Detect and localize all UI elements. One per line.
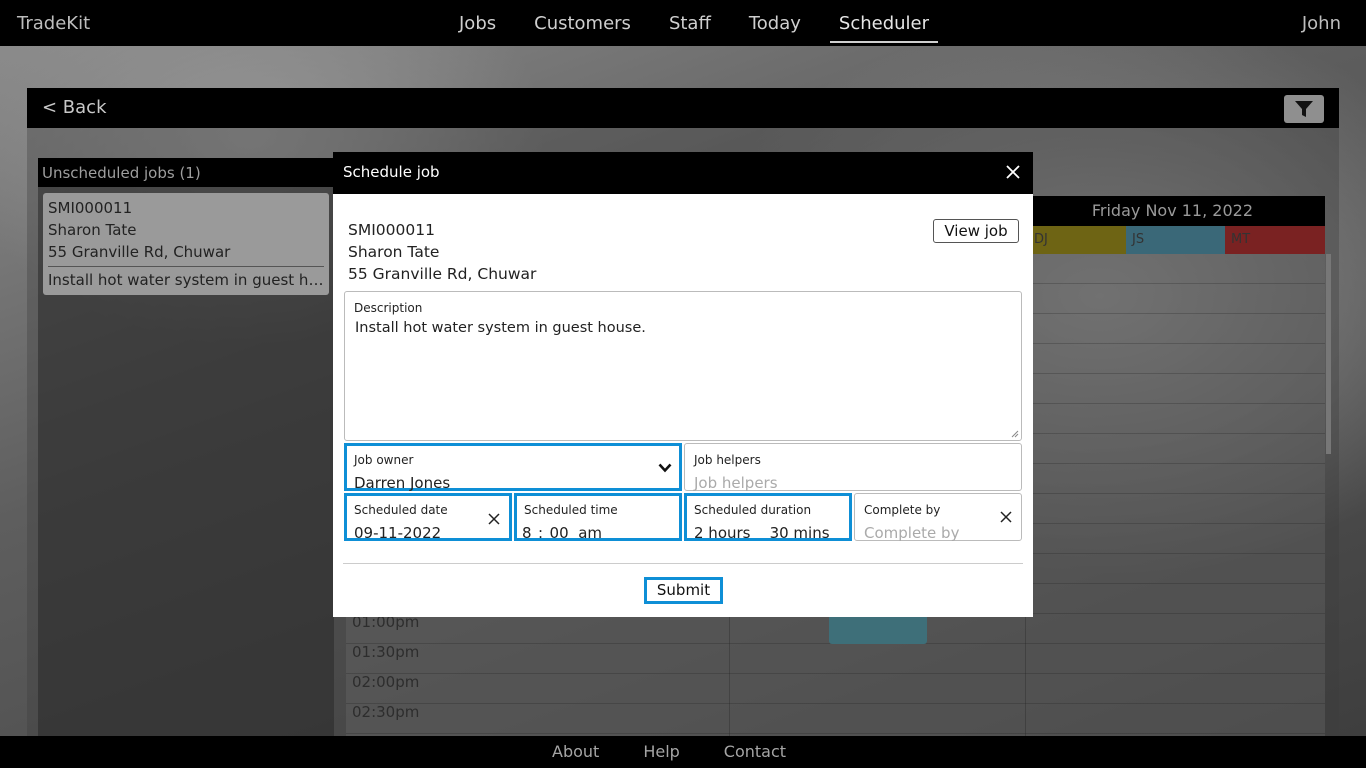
submit-button[interactable]: Submit <box>644 577 723 604</box>
job-summary: SMI000011 Sharon Tate 55 Granville Rd, C… <box>348 219 536 285</box>
footer: About Help Contact <box>0 736 1366 768</box>
brand-logo[interactable]: TradeKit <box>17 13 90 34</box>
nav-scheduler[interactable]: Scheduler <box>820 0 948 46</box>
time-separator: : <box>538 524 544 542</box>
job-customer: Sharon Tate <box>48 221 137 239</box>
duration-mins[interactable]: 30 mins <box>770 524 830 542</box>
view-job-button[interactable]: View job <box>933 219 1019 243</box>
scheduled-duration-value: 2 hours 30 mins <box>694 524 830 542</box>
time-label: 01:00pm <box>352 613 420 631</box>
nav-staff[interactable]: Staff <box>650 0 730 46</box>
complete-by-label: Complete by <box>864 503 941 517</box>
resize-handle-icon[interactable] <box>1011 430 1019 438</box>
staff-column-mt: MT <box>1225 226 1325 254</box>
staff-column-dj: DJ <box>1028 226 1126 254</box>
time-labels: 01:00pm 01:30pm 02:00pm 02:30pm <box>352 613 419 733</box>
footer-about-link[interactable]: About <box>530 742 621 761</box>
modal-address: 55 Granville Rd, Chuwar <box>348 265 537 283</box>
top-navbar: TradeKit Jobs Customers Staff Today Sche… <box>0 0 1366 46</box>
user-menu[interactable]: John <box>1302 13 1341 34</box>
complete-by-placeholder: Complete by <box>864 524 960 542</box>
clear-icon[interactable] <box>1000 511 1012 523</box>
scheduled-date-input[interactable]: Scheduled date 09-11-2022 <box>344 493 512 542</box>
calendar-event[interactable] <box>829 614 927 644</box>
divider <box>48 266 324 267</box>
nav-jobs[interactable]: Jobs <box>440 0 515 46</box>
modal-job-id: SMI000011 <box>348 221 435 239</box>
calendar-scrollbar[interactable] <box>1326 254 1331 454</box>
calendar-date-header: Friday Nov 11, 2022 <box>1028 196 1325 226</box>
job-address: 55 Granville Rd, Chuwar <box>48 243 231 261</box>
duration-hours[interactable]: 2 hours <box>694 524 750 542</box>
scheduled-duration-input[interactable]: Scheduled duration 2 hours 30 mins <box>684 493 852 542</box>
description-value: Install hot water system in guest house. <box>355 320 646 336</box>
modal-divider <box>343 563 1023 564</box>
scheduled-date-value: 09-11-2022 <box>354 524 442 542</box>
time-label: 02:00pm <box>352 673 420 691</box>
complete-by-input[interactable]: Complete by Complete by <box>854 493 1022 542</box>
main-nav: Jobs Customers Staff Today Scheduler <box>440 0 948 46</box>
modal-header: Schedule job <box>333 152 1033 194</box>
job-helpers-placeholder: Job helpers <box>694 474 778 492</box>
job-owner-value: Darren Jones <box>354 474 451 492</box>
time-label: 01:30pm <box>352 643 420 661</box>
scheduled-duration-label: Scheduled duration <box>694 503 812 517</box>
clear-icon[interactable] <box>488 513 500 525</box>
description-textarea[interactable]: Description Install hot water system in … <box>344 291 1022 441</box>
staff-columns: DJ JS MT <box>1028 226 1325 254</box>
job-owner-label: Job owner <box>354 453 414 467</box>
filter-button[interactable] <box>1284 95 1324 123</box>
nav-today[interactable]: Today <box>730 0 820 46</box>
staff-column-js: JS <box>1126 226 1225 254</box>
nav-customers[interactable]: Customers <box>515 0 650 46</box>
description-label: Description <box>354 301 423 315</box>
footer-contact-link[interactable]: Contact <box>702 742 808 761</box>
chevron-down-icon <box>658 463 672 473</box>
modal-title: Schedule job <box>343 163 440 181</box>
job-helpers-label: Job helpers <box>694 453 761 467</box>
time-hour[interactable]: 8 <box>522 524 532 542</box>
scheduled-time-value: 8:00 am <box>522 524 602 542</box>
scheduled-time-input[interactable]: Scheduled time 8:00 am <box>514 493 682 542</box>
unscheduled-job-card[interactable]: SMI000011 Sharon Tate 55 Granville Rd, C… <box>43 193 329 295</box>
scheduled-time-label: Scheduled time <box>524 503 618 517</box>
job-helpers-input[interactable]: Job helpers Job helpers <box>684 443 1022 492</box>
time-label: 02:30pm <box>352 703 420 721</box>
time-ampm[interactable]: am <box>578 524 602 542</box>
filter-icon <box>1295 101 1313 117</box>
job-id: SMI000011 <box>48 199 133 217</box>
modal-customer: Sharon Tate <box>348 243 440 261</box>
time-minute[interactable]: 00 <box>550 524 569 542</box>
footer-help-link[interactable]: Help <box>621 742 701 761</box>
unscheduled-jobs-header: Unscheduled jobs (1) <box>38 158 334 187</box>
scheduled-date-label: Scheduled date <box>354 503 448 517</box>
unscheduled-jobs-panel: Unscheduled jobs (1) SMI000011 Sharon Ta… <box>38 158 334 736</box>
close-icon <box>1006 165 1020 179</box>
job-description: Install hot water system in guest house. <box>48 271 324 289</box>
schedule-job-modal: Schedule job SMI000011 Sharon Tate 55 Gr… <box>333 152 1033 617</box>
back-link[interactable]: < Back <box>42 97 107 118</box>
job-owner-select[interactable]: Job owner Darren Jones <box>344 443 682 492</box>
close-button[interactable] <box>1005 164 1021 184</box>
toolbar: < Back <box>27 88 1339 128</box>
